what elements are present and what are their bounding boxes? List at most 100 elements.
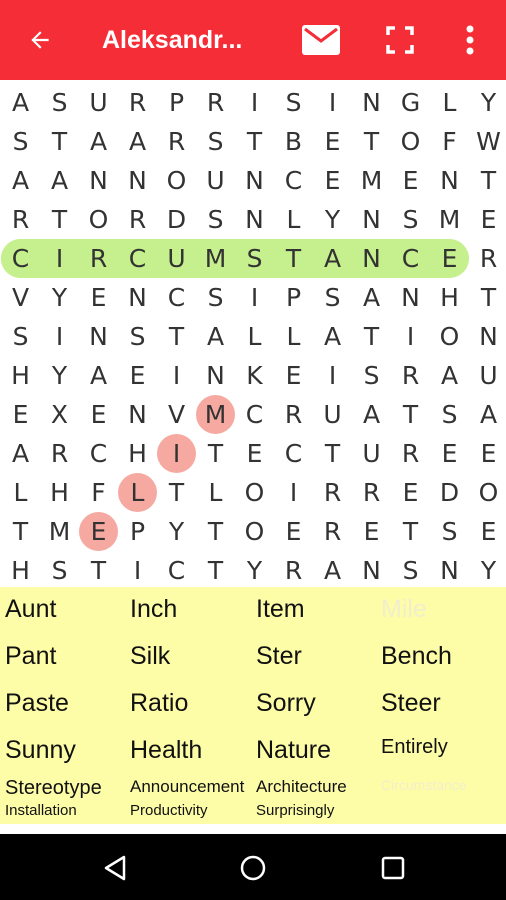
- grid-cell[interactable]: S: [196, 122, 235, 161]
- grid-cell[interactable]: T: [79, 551, 118, 590]
- grid-cell[interactable]: I: [118, 551, 157, 590]
- grid-cell[interactable]: E: [430, 239, 469, 278]
- grid-cell[interactable]: R: [313, 473, 352, 512]
- grid-cell[interactable]: Y: [469, 83, 506, 122]
- grid-cell[interactable]: N: [118, 161, 157, 200]
- grid-cell[interactable]: T: [352, 122, 391, 161]
- grid-cell[interactable]: C: [1, 239, 40, 278]
- grid-cell[interactable]: U: [157, 239, 196, 278]
- grid-cell[interactable]: R: [157, 122, 196, 161]
- grid-cell[interactable]: X: [40, 395, 79, 434]
- grid-cell[interactable]: E: [391, 161, 430, 200]
- grid-cell[interactable]: K: [235, 356, 274, 395]
- grid-cell[interactable]: A: [40, 161, 79, 200]
- grid-cell[interactable]: U: [79, 83, 118, 122]
- grid-cell[interactable]: I: [157, 434, 196, 473]
- grid-cell[interactable]: H: [1, 551, 40, 590]
- grid-cell[interactable]: T: [469, 161, 506, 200]
- grid-cell[interactable]: L: [1, 473, 40, 512]
- grid-cell[interactable]: U: [352, 434, 391, 473]
- grid-cell[interactable]: A: [313, 551, 352, 590]
- grid-cell[interactable]: N: [352, 200, 391, 239]
- grid-cell[interactable]: N: [79, 161, 118, 200]
- grid-cell[interactable]: E: [79, 395, 118, 434]
- grid-cell[interactable]: E: [313, 122, 352, 161]
- grid-cell[interactable]: T: [1, 512, 40, 551]
- grid-cell[interactable]: S: [118, 317, 157, 356]
- fullscreen-icon[interactable]: [380, 20, 420, 60]
- grid-cell[interactable]: L: [274, 200, 313, 239]
- grid-cell[interactable]: T: [391, 395, 430, 434]
- grid-cell[interactable]: C: [157, 278, 196, 317]
- grid-cell[interactable]: C: [235, 395, 274, 434]
- grid-cell[interactable]: S: [1, 317, 40, 356]
- grid-cell[interactable]: F: [430, 122, 469, 161]
- grid-cell[interactable]: M: [196, 395, 235, 434]
- grid-cell[interactable]: S: [274, 83, 313, 122]
- grid-cell[interactable]: U: [196, 161, 235, 200]
- grid-cell[interactable]: A: [313, 239, 352, 278]
- grid-cell[interactable]: U: [313, 395, 352, 434]
- grid-cell[interactable]: S: [40, 551, 79, 590]
- grid-cell[interactable]: O: [157, 161, 196, 200]
- grid-cell[interactable]: I: [235, 278, 274, 317]
- grid-cell[interactable]: A: [79, 356, 118, 395]
- grid-cell[interactable]: E: [1, 395, 40, 434]
- more-vert-icon[interactable]: [450, 20, 490, 60]
- grid-cell[interactable]: B: [274, 122, 313, 161]
- grid-cell[interactable]: A: [118, 122, 157, 161]
- grid-cell[interactable]: E: [391, 473, 430, 512]
- grid-cell[interactable]: I: [157, 356, 196, 395]
- grid-cell[interactable]: M: [430, 200, 469, 239]
- grid-cell[interactable]: T: [157, 317, 196, 356]
- grid-cell[interactable]: E: [118, 356, 157, 395]
- grid-cell[interactable]: E: [469, 434, 506, 473]
- grid-cell[interactable]: R: [196, 83, 235, 122]
- grid-cell[interactable]: O: [79, 200, 118, 239]
- grid-cell[interactable]: I: [235, 83, 274, 122]
- grid-cell[interactable]: E: [235, 434, 274, 473]
- grid-cell[interactable]: N: [430, 161, 469, 200]
- grid-cell[interactable]: L: [196, 473, 235, 512]
- nav-back-icon[interactable]: [95, 848, 135, 888]
- grid-cell[interactable]: R: [352, 473, 391, 512]
- grid-cell[interactable]: P: [157, 83, 196, 122]
- grid-cell[interactable]: A: [352, 278, 391, 317]
- grid-cell[interactable]: G: [391, 83, 430, 122]
- grid-cell[interactable]: E: [274, 512, 313, 551]
- grid-cell[interactable]: M: [40, 512, 79, 551]
- letter-grid[interactable]: ASURPRISINGLYSTAARSTBETOFWAANNOUNCEMENTR…: [0, 80, 506, 587]
- grid-cell[interactable]: H: [118, 434, 157, 473]
- grid-cell[interactable]: O: [430, 317, 469, 356]
- grid-cell[interactable]: T: [196, 434, 235, 473]
- grid-cell[interactable]: T: [352, 317, 391, 356]
- grid-cell[interactable]: S: [196, 200, 235, 239]
- grid-cell[interactable]: O: [391, 122, 430, 161]
- grid-cell[interactable]: A: [196, 317, 235, 356]
- grid-cell[interactable]: C: [157, 551, 196, 590]
- grid-cell[interactable]: I: [313, 83, 352, 122]
- grid-cell[interactable]: R: [313, 512, 352, 551]
- grid-cell[interactable]: H: [1, 356, 40, 395]
- grid-cell[interactable]: T: [196, 551, 235, 590]
- grid-cell[interactable]: R: [391, 356, 430, 395]
- grid-cell[interactable]: L: [118, 473, 157, 512]
- grid-cell[interactable]: R: [274, 551, 313, 590]
- grid-cell[interactable]: A: [1, 83, 40, 122]
- grid-cell[interactable]: E: [79, 512, 118, 551]
- grid-cell[interactable]: S: [391, 551, 430, 590]
- grid-cell[interactable]: N: [118, 278, 157, 317]
- grid-cell[interactable]: N: [118, 395, 157, 434]
- grid-cell[interactable]: Y: [40, 278, 79, 317]
- grid-cell[interactable]: R: [274, 395, 313, 434]
- grid-cell[interactable]: N: [235, 161, 274, 200]
- grid-cell[interactable]: O: [235, 473, 274, 512]
- grid-cell[interactable]: W: [469, 122, 506, 161]
- grid-cell[interactable]: T: [157, 473, 196, 512]
- grid-cell[interactable]: C: [391, 239, 430, 278]
- grid-cell[interactable]: L: [274, 317, 313, 356]
- grid-cell[interactable]: R: [40, 434, 79, 473]
- grid-cell[interactable]: Y: [235, 551, 274, 590]
- grid-cell[interactable]: A: [313, 317, 352, 356]
- grid-cell[interactable]: U: [469, 356, 506, 395]
